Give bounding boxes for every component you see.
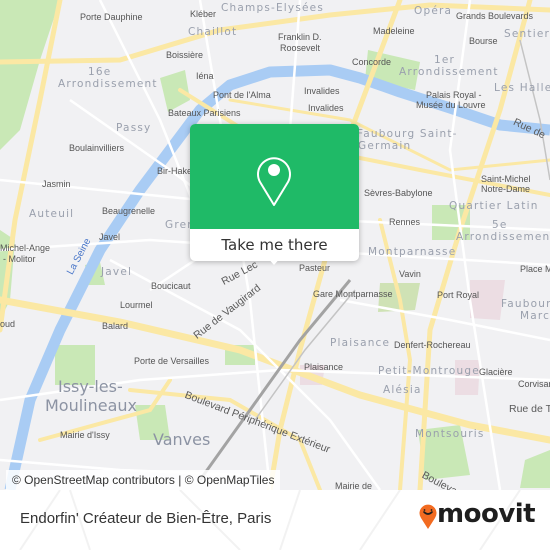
label-gare-montparnasse: Gare Montparnasse [313,289,393,299]
label-vanves: Vanves [153,430,211,449]
label-issy-les-moulineaux-2: Moulineaux [45,396,138,415]
popup-tail [266,256,282,265]
label-rennes: Rennes [389,217,421,227]
label-place-monge: Place M [520,264,550,274]
label-invalides-1: Invalides [304,86,340,96]
map-pin-icon [257,157,291,206]
label-porte-dauphine: Porte Dauphine [80,12,143,22]
label-glaciere: Glacière [479,367,513,377]
label-montsouris: Montsouris [415,428,485,440]
label-pasteur: Pasteur [299,263,331,273]
label-javel-district: Javel [101,266,133,278]
label-alesia: Alésia [383,384,422,396]
label-boulainvilliers: Boulainvilliers [69,143,125,153]
label-auteuil: Auteuil [29,208,75,220]
place-name: Endorfin' Créateur de Bien-Être, Paris [20,510,272,527]
label-mairie-d-issy: Mairie d'Issy [60,430,110,440]
label-rue-de-right: Rue de T [509,403,550,415]
label-invalides-2: Invalides [308,103,344,113]
label-pont-de-l-alma: Pont de l'Alma [213,90,271,100]
label-1er: 1er [434,54,456,66]
label-palais-royal-2: Musée du Louvre [416,100,486,110]
label-montparnasse: Montparnasse [368,246,457,258]
label-les-halles: Les Halles [494,82,550,94]
map-view[interactable]: Porte Dauphine Kléber Champs-Elysées Cha… [0,0,550,490]
location-popup: Take me there [190,124,359,265]
label-1er-arrondissement: Arrondissement [399,66,499,78]
label-franklin-roosevelt-2: Roosevelt [280,43,321,53]
label-16e: 16e [88,66,112,78]
label-bateaux-parisiens: Bateaux Parisiens [168,108,241,118]
moovit-smiley-pin-icon [419,504,437,529]
label-faubourg-saint-germain-1: Faubourg Saint- [357,128,458,140]
label-faubourg-saint-germain-2: Germain [358,140,412,152]
label-javel-station: Javel [99,232,121,242]
label-porte-de-versailles: Porte de Versailles [134,356,210,366]
label-plaisance-station: Plaisance [304,362,344,372]
label-port-royal: Port Royal [437,290,480,300]
map-attribution[interactable]: © OpenStreetMap contributors | © OpenMap… [6,470,281,490]
label-balard: Balard [102,321,129,331]
label-opera: Opéra [414,5,453,17]
label-denfert-rochereau: Denfert-Rochereau [394,340,471,350]
label-5e-arrondissement: Arrondissement [456,231,550,243]
label-5e: 5e [492,219,508,231]
label-plaisance-district: Plaisance [330,337,391,349]
label-petit-montrouge: Petit-Montrouge [378,365,480,377]
label-grands-boulevards: Grands Boulevards [456,11,534,21]
label-jasmin: Jasmin [42,179,71,189]
label-vavin: Vavin [399,269,421,279]
label-lourmel: Lourmel [120,300,153,310]
label-champs-elysees: Champs-Elysées [221,2,324,14]
label-palais-royal-1: Palais Royal - [426,90,482,100]
label-michel-ange-2: - Molitor [3,254,36,264]
moovit-wordmark: moovit [437,499,536,529]
footer-bar: Endorfin' Créateur de Bien-Être, Paris m… [0,490,550,550]
label-michel-ange-1: Michel-Ange [0,243,51,253]
label-bourse: Bourse [469,36,498,46]
label-saint-michel-2: Notre-Dame [481,184,531,194]
label-boucicaut: Boucicaut [151,281,191,291]
label-issy-les-moulineaux-1: Issy-les- [58,377,123,396]
label-sentier: Sentier [504,28,550,40]
label-16e-arrondissement: Arrondissement [58,78,158,90]
popup-header [190,124,359,229]
label-saint-michel-1: Saint-Michel [481,174,531,184]
label-concorde: Concorde [352,57,392,67]
label-corvisart: Corvisar [518,379,550,389]
label-quartier-latin: Quartier Latin [449,200,539,212]
label-beaugrenelle: Beaugrenelle [102,206,156,216]
label-kleber: Kléber [190,9,217,19]
label-faubourg-marcel-2: Marce [520,310,550,322]
label-madeleine: Madeleine [373,26,415,36]
label-iena: Iéna [196,71,214,81]
label-faubourg-marcel-1: Faubourg [501,298,550,310]
label-saint-cloud: oud [0,319,16,329]
label-chaillot: Chaillot [188,26,238,38]
label-sevres-babylone: Sèvres-Babylone [364,188,433,198]
label-mairie-de: Mairie de [335,481,373,491]
label-franklin-roosevelt-1: Franklin D. [278,32,322,42]
label-boissiere: Boissière [166,50,204,60]
label-passy: Passy [116,122,152,134]
